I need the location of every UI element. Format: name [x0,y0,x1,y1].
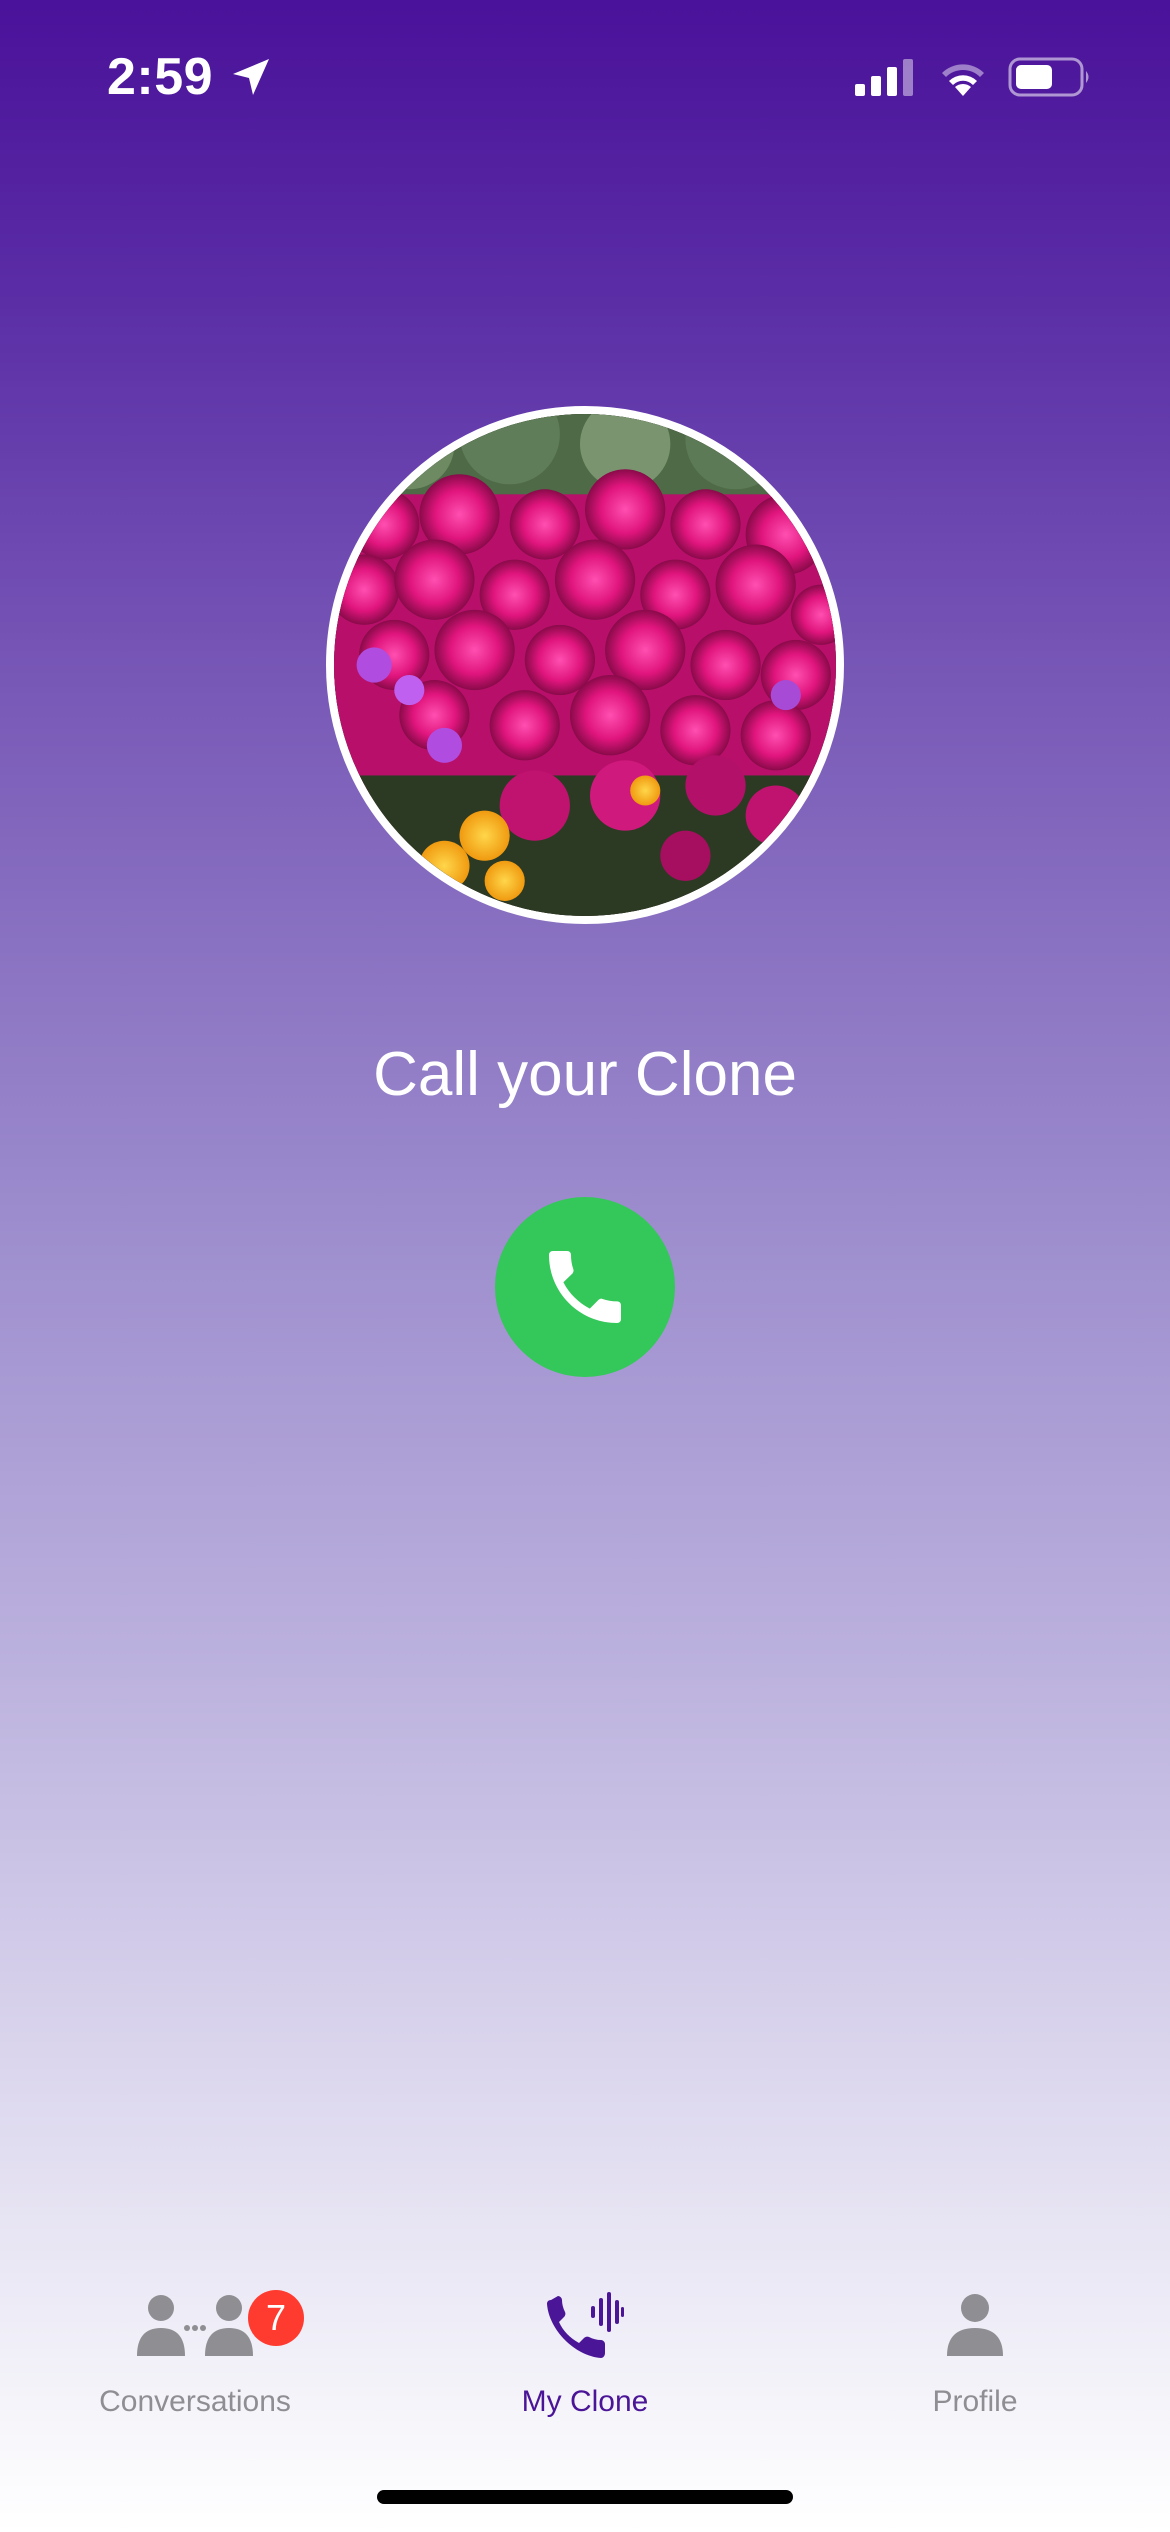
conversations-badge: 7 [248,2290,304,2346]
tab-label-conversations: Conversations [99,2385,291,2418]
home-indicator [377,2490,793,2504]
battery-icon [1008,57,1089,97]
wifi-icon [942,64,984,96]
status-time: 2:59 [107,48,214,106]
tab-bar: 7 Conversations My Clone Profile [0,2270,1170,2450]
cellular-signal-icon [855,59,913,96]
tab-conversations[interactable]: 7 Conversations [0,2270,390,2430]
app-screen: 2:59 Call your Clone 7 Conversations My … [0,0,1170,2532]
tab-profile[interactable]: Profile [780,2270,1170,2430]
people-icon [137,2295,253,2356]
phone-icon [549,1251,621,1323]
person-icon [947,2294,1003,2356]
tab-my-clone[interactable]: My Clone [390,2270,780,2430]
clone-avatar [326,406,844,924]
tab-label-profile: Profile [932,2385,1018,2418]
phone-waveform-icon [547,2292,624,2358]
location-arrow-icon [233,59,269,95]
call-title: Call your Clone [373,1040,797,1109]
call-button[interactable] [495,1197,675,1377]
status-bar: 2:59 [0,0,1170,150]
tab-label-my-clone: My Clone [521,2385,649,2418]
flower-field-photo [334,414,836,916]
